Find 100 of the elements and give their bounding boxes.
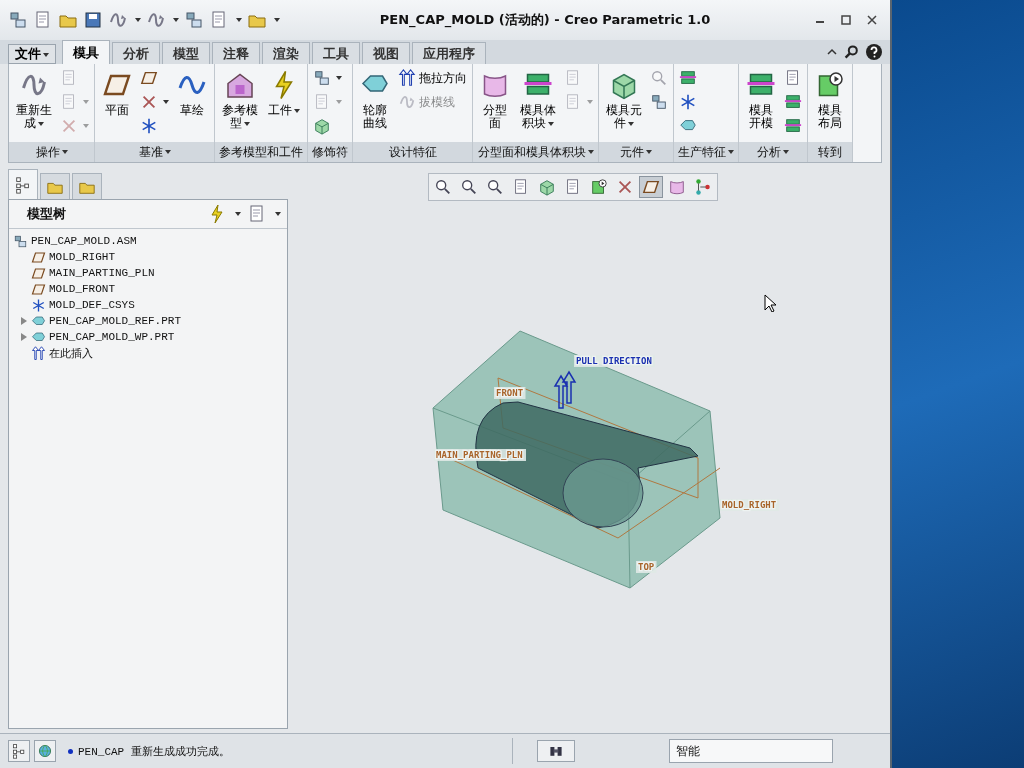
- caret-icon: [336, 100, 342, 104]
- parallelogram-icon: [31, 249, 46, 265]
- asterisk-icon: [679, 93, 697, 111]
- double-arrow-icon: [398, 69, 416, 87]
- panel-tab[interactable]: [40, 173, 70, 199]
- group-label[interactable]: 设计特征: [353, 142, 472, 162]
- caret-icon: [294, 108, 300, 113]
- cross-icon: [140, 93, 158, 111]
- window-title: PEN_CAP_MOLD (活动的) - Creo Parametric 1.0: [378, 11, 712, 29]
- ribbon-button[interactable]: 工件: [266, 68, 302, 119]
- boxes-icon: [184, 10, 204, 30]
- message-dot-icon: [68, 748, 73, 754]
- ribbon-icon-button[interactable]: [313, 68, 342, 88]
- ribbon-icon-button[interactable]: [650, 92, 668, 112]
- panel-tab[interactable]: [72, 173, 102, 199]
- panel-title: 模型树: [27, 205, 67, 223]
- boxes-icon: [313, 69, 331, 87]
- ribbon-button[interactable]: 拖拉方向: [398, 68, 467, 88]
- caret-icon: [628, 121, 634, 126]
- boxes-icon: [650, 93, 668, 111]
- caret-icon: [587, 100, 593, 104]
- ribbon-tab[interactable]: 注释: [212, 42, 260, 64]
- ribbon-tab[interactable]: 工具: [312, 42, 360, 64]
- tree-item[interactable]: 在此插入: [49, 345, 93, 361]
- ribbon-tab[interactable]: 分析: [112, 42, 160, 64]
- ribbon-button[interactable]: 模具元 件: [604, 68, 644, 132]
- group-label[interactable]: 参考模型和工件: [215, 142, 307, 162]
- tree-item[interactable]: MOLD_RIGHT: [49, 251, 115, 263]
- ribbon-button[interactable]: 模具 布局: [813, 68, 847, 132]
- caret-icon: [163, 100, 169, 104]
- ribbon-icon-button[interactable]: [679, 92, 697, 112]
- group-label[interactable]: 操作: [9, 142, 94, 162]
- panel-tab[interactable]: [8, 169, 38, 199]
- tree-item[interactable]: PEN_CAP_MOLD_WP.PRT: [49, 331, 175, 343]
- ribbon-tab[interactable]: 渲染: [262, 42, 310, 64]
- curved-arrow-icon: [398, 93, 416, 111]
- group-label[interactable]: 元件: [599, 142, 673, 162]
- close-icon: [867, 15, 877, 25]
- caret-icon[interactable]: [275, 212, 281, 216]
- globe-icon: [37, 743, 53, 759]
- stacked-blocks-icon: [784, 117, 802, 135]
- help-icon[interactable]: [866, 44, 882, 60]
- asterisk-icon: [140, 117, 158, 135]
- ribbon-button[interactable]: 参考模 型: [220, 68, 260, 132]
- tree-item[interactable]: PEN_CAP_MOLD.ASM: [31, 235, 137, 247]
- caret-icon: [164, 150, 171, 154]
- file-menu[interactable]: 文件: [8, 44, 56, 64]
- tree-item[interactable]: MOLD_FRONT: [49, 283, 115, 295]
- caret-icon: [728, 150, 734, 154]
- ribbon-button[interactable]: 轮廓 曲线: [358, 68, 392, 132]
- caret-icon: [83, 100, 89, 104]
- ribbon-button[interactable]: 模具体 积块: [518, 68, 558, 132]
- group-label[interactable]: 修饰符: [308, 142, 352, 162]
- magnifier-icon: [650, 69, 668, 87]
- caret-icon: [244, 121, 250, 126]
- search-icon[interactable]: [844, 44, 860, 60]
- ribbon-tab[interactable]: 应用程序: [412, 42, 486, 64]
- caret-icon: [587, 150, 594, 154]
- restore-icon: [841, 15, 851, 25]
- caret-icon: [336, 76, 342, 80]
- cross-icon: [60, 117, 78, 135]
- boxes-icon: [13, 233, 28, 249]
- browser-toggle-button[interactable]: [34, 740, 56, 762]
- datum-planes-icon[interactable]: [639, 176, 663, 198]
- ribbon-button[interactable]: 草绘: [175, 68, 209, 119]
- tree-toggle-button[interactable]: [8, 740, 30, 762]
- group-label[interactable]: 分析: [739, 142, 807, 162]
- datum-label: FRONT: [496, 388, 524, 398]
- tree-item[interactable]: MOLD_DEF_CSYS: [49, 299, 135, 311]
- group-label[interactable]: 转到: [808, 142, 852, 162]
- ribbon-button[interactable]: 平面: [100, 68, 134, 119]
- parallelogram-icon: [140, 69, 158, 87]
- selection-filter-field[interactable]: 智能: [669, 739, 833, 763]
- find-button[interactable]: [537, 740, 575, 762]
- ribbon-button[interactable]: 分型 面: [478, 68, 512, 132]
- group-label[interactable]: 生产特征: [674, 142, 738, 162]
- tree-item[interactable]: PEN_CAP_MOLD_REF.PRT: [49, 315, 182, 327]
- group-label[interactable]: 基准: [95, 142, 214, 162]
- caret-icon: [38, 121, 44, 126]
- caret-icon: [135, 18, 141, 22]
- caret-icon: [173, 18, 179, 22]
- ribbon-button[interactable]: 模具 开模: [744, 68, 778, 132]
- double-arrow-icon: [553, 370, 577, 409]
- status-message: PEN_CAP 重新生成成功完成。: [78, 744, 230, 759]
- caret-icon: [783, 150, 789, 154]
- datum-label: MAIN_PARTING_PLN: [436, 450, 523, 460]
- caret-icon: [646, 150, 652, 154]
- double-arrow-icon: [31, 345, 46, 361]
- parallelogram-icon: [31, 265, 46, 281]
- caret-icon: [548, 121, 554, 126]
- ribbon-button[interactable]: 重新生 成: [14, 68, 54, 132]
- group-label[interactable]: 分型面和模具体积块: [473, 142, 598, 162]
- tree-item[interactable]: MAIN_PARTING_PLN: [49, 267, 155, 279]
- ribbon-tab[interactable]: 视图: [362, 42, 410, 64]
- datum-label: MOLD_RIGHT: [722, 500, 777, 510]
- ribbon-tab[interactable]: 模型: [162, 42, 210, 64]
- stacked-blocks-icon: [784, 93, 802, 111]
- caret-icon[interactable]: [235, 212, 241, 216]
- tree-icon: [14, 175, 32, 194]
- ribbon-tab[interactable]: 模具: [62, 40, 110, 64]
